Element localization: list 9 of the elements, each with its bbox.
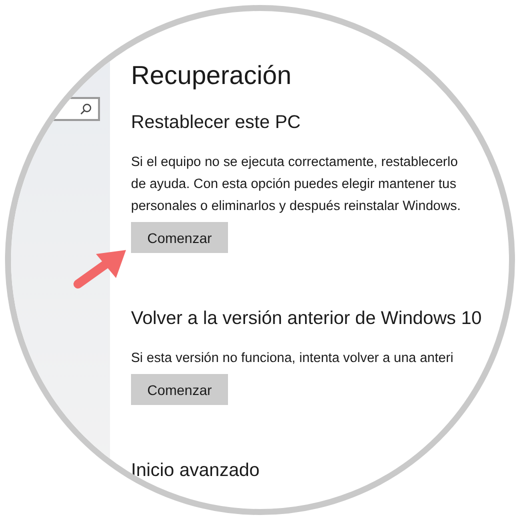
start-button[interactable]: Comenzar bbox=[131, 222, 228, 253]
section-heading: Inicio avanzado bbox=[131, 458, 261, 482]
section-heading: Restablecer este PC bbox=[131, 110, 302, 134]
section-description: Si el equipo no se ejecuta correctamente, restablecerlo de ayuda. Con esta opción puedes elegir mantener tus personales o eliminarlos y después reinstalar Windows. bbox=[131, 153, 462, 215]
start-button[interactable]: Comenzar bbox=[131, 374, 228, 405]
page-title: Recuperación bbox=[131, 59, 292, 91]
section-heading: Volver a la versión anterior de Windows 10 bbox=[131, 306, 483, 330]
section-description: Si esta versión no funciona, intenta volver a una anteri bbox=[131, 349, 454, 367]
search-icon bbox=[80, 103, 92, 115]
